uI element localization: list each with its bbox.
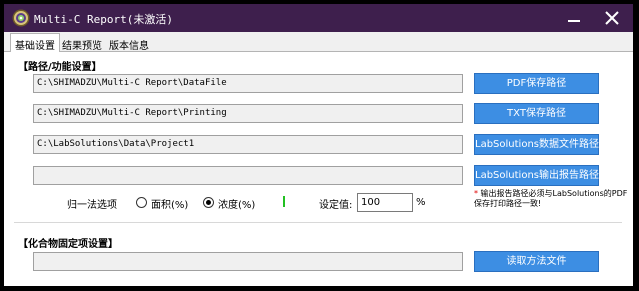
- pdf-save-path-button[interactable]: PDF保存路径: [474, 73, 599, 94]
- labsolutions-report-path-button[interactable]: LabSolutions输出报告路径: [474, 165, 599, 186]
- pdf-path-field[interactable]: C:\SHIMADZU\Multi-C Report\DataFile: [33, 74, 463, 93]
- minimize-icon: [568, 20, 580, 22]
- setting-value-label: 设定值:: [319, 200, 353, 211]
- labsolutions-report-path-field[interactable]: [33, 166, 463, 185]
- setting-value-input[interactable]: 100: [357, 193, 413, 212]
- labsolutions-data-path-button[interactable]: LabSolutions数据文件路径: [474, 134, 599, 155]
- status-indicator: [283, 196, 285, 207]
- normalize-option-label: 归一法选项: [67, 200, 117, 211]
- tab-version-info[interactable]: 版本信息: [105, 35, 153, 52]
- path-section-title: 【路径/功能设置】: [18, 62, 102, 73]
- compound-section-title: 【化合物固定项设置】: [18, 239, 118, 250]
- percent-unit-label: %: [416, 197, 426, 208]
- minimize-button[interactable]: [556, 4, 592, 32]
- tab-result-preview[interactable]: 结果预览: [58, 35, 106, 52]
- title-bar[interactable]: Multi-C Report(未激活): [4, 4, 633, 32]
- path-note: * 输出报告路径必须与LabSolutions的PDF保存打印路径一致!: [474, 189, 634, 209]
- close-icon: [605, 11, 619, 25]
- app-window: Multi-C Report(未激活) 基础设置 结果预览 版本信息 【路径/功…: [4, 4, 633, 286]
- tab-bar: 基础设置 结果预览 版本信息: [4, 32, 633, 53]
- txt-save-path-button[interactable]: TXT保存路径: [474, 103, 599, 124]
- area-percent-radio[interactable]: [136, 197, 147, 208]
- read-method-file-button[interactable]: 读取方法文件: [474, 251, 599, 272]
- window-frame: Multi-C Report(未激活) 基础设置 结果预览 版本信息 【路径/功…: [0, 0, 639, 291]
- window-title: Multi-C Report(未激活): [34, 13, 173, 26]
- settings-panel: 【路径/功能设置】 C:\SHIMADZU\Multi-C Report\Dat…: [4, 52, 633, 286]
- note-text: 输出报告路径必须与LabSolutions的PDF保存打印路径一致!: [474, 189, 628, 208]
- area-percent-label[interactable]: 面积(%): [151, 196, 188, 211]
- method-file-path-field[interactable]: [33, 252, 463, 271]
- tab-basic-settings[interactable]: 基础设置: [10, 33, 60, 53]
- section-divider: [14, 222, 622, 223]
- txt-path-field[interactable]: C:\SHIMADZU\Multi-C Report\Printing: [33, 104, 463, 123]
- close-button[interactable]: [594, 4, 630, 32]
- app-logo-icon: [12, 9, 30, 27]
- concentration-percent-label[interactable]: 浓度(%): [218, 196, 255, 211]
- labsolutions-data-path-field[interactable]: C:\LabSolutions\Data\Project1: [33, 135, 463, 154]
- concentration-percent-radio[interactable]: [203, 197, 214, 208]
- note-star: *: [474, 189, 478, 198]
